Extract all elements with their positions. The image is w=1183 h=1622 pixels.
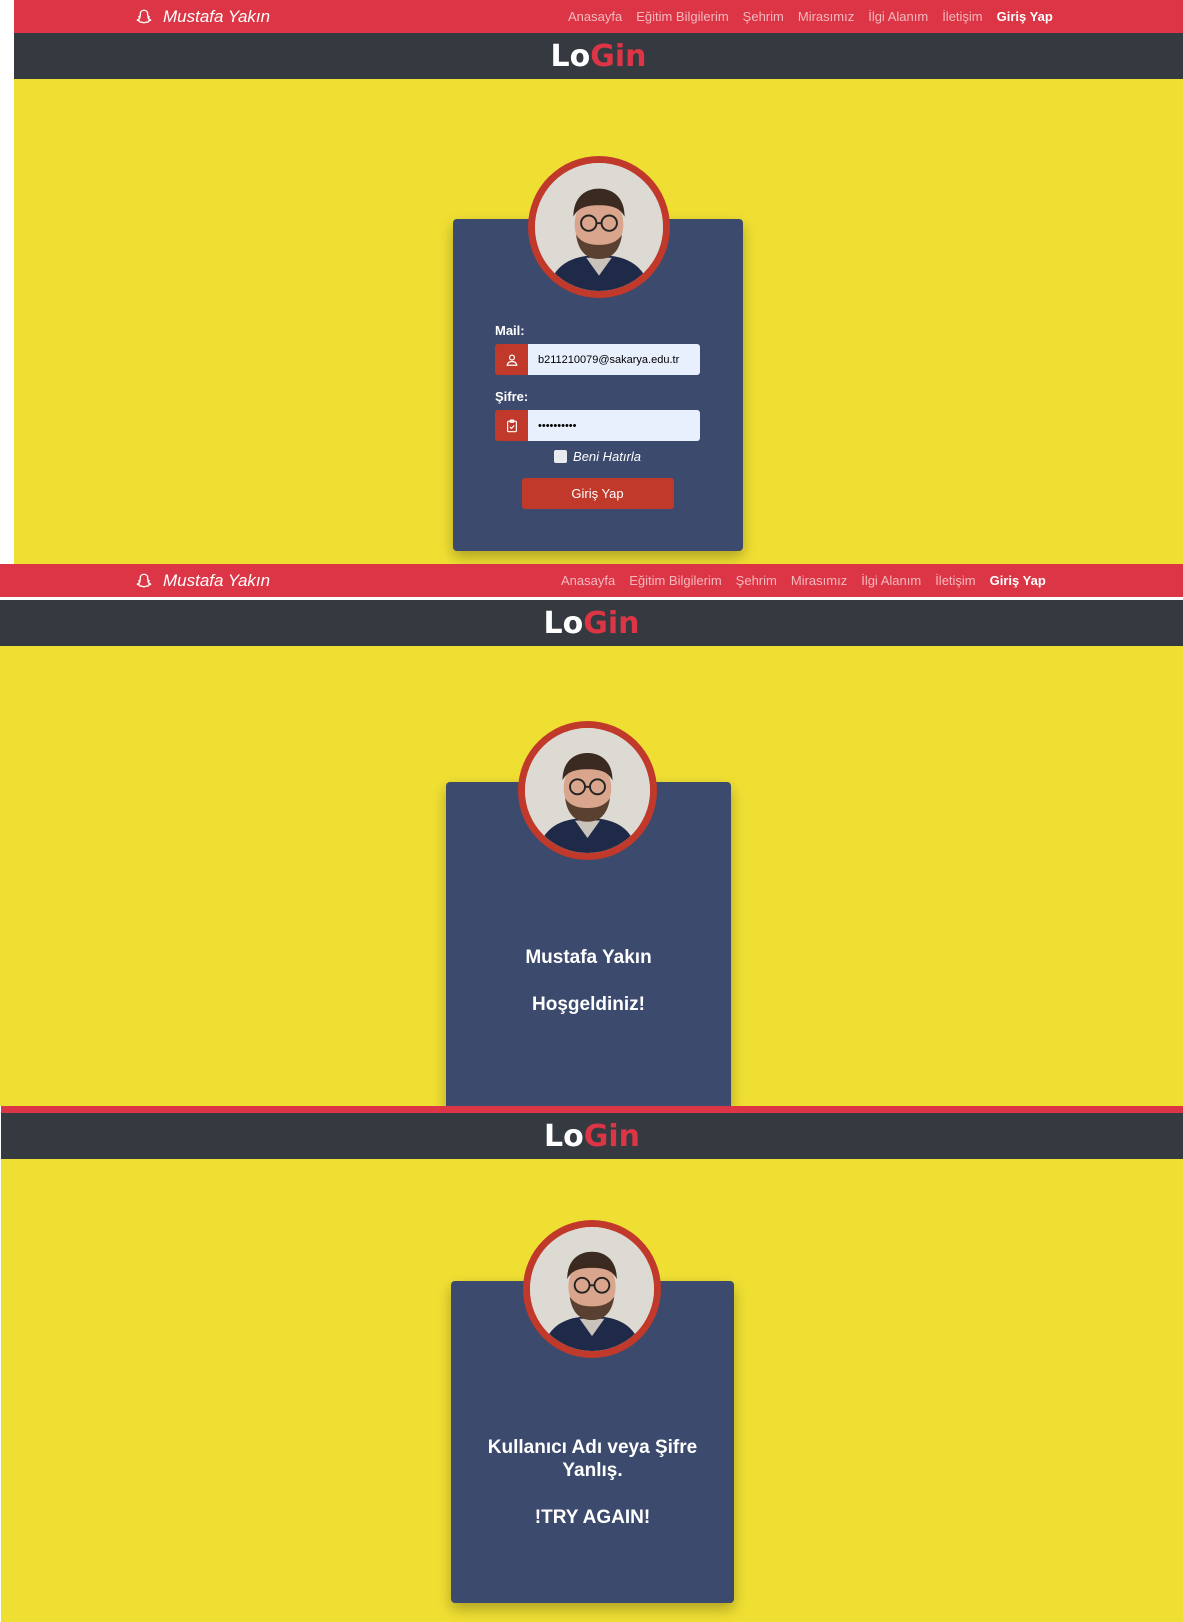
title-part-lo: Lo <box>543 605 584 641</box>
login-form: Mail: Şifre: Beni Hatırla Giriş Yap <box>495 323 700 509</box>
nav-link-iletisim[interactable]: İletişim <box>935 573 975 588</box>
navbar-strip <box>1 1106 1183 1113</box>
brand-name: Mustafa Yakın <box>163 570 271 590</box>
nav-link-ilgi-alanim[interactable]: İlgi Alanım <box>861 573 921 588</box>
navbar: Mustafa Yakın Anasayfa Eğitim Bilgilerim… <box>14 0 1183 33</box>
remember-me: Beni Hatırla <box>495 449 700 464</box>
nav-links: Anasayfa Eğitim Bilgilerim Şehrim Mirası… <box>568 9 1053 24</box>
success-panel: Mustafa Yakın Anasayfa Eğitim Bilgilerim… <box>0 564 1183 1106</box>
navbar: Mustafa Yakın Anasayfa Eğitim Bilgilerim… <box>0 564 1183 597</box>
user-name: Mustafa Yakın <box>525 947 652 968</box>
profile-photo <box>530 1227 654 1351</box>
snapchat-ghost-icon <box>135 572 153 590</box>
snapchat-ghost-icon <box>135 8 153 26</box>
title-part-gin: Gin <box>590 38 647 74</box>
brand-name: Mustafa Yakın <box>163 6 271 26</box>
mail-input[interactable] <box>528 344 700 375</box>
password-input-group <box>495 410 700 441</box>
page-title: Lo Gin <box>1 1113 1183 1159</box>
nav-link-giris-yap[interactable]: Giriş Yap <box>997 9 1053 24</box>
error-message: Kullanıcı Adı veya Şifre Yanlış. !TRY AG… <box>473 1436 712 1553</box>
avatar <box>523 1220 661 1358</box>
avatar <box>528 156 670 298</box>
title-part-lo: Lo <box>550 38 591 74</box>
login-panel: Mustafa Yakın Anasayfa Eğitim Bilgilerim… <box>14 0 1183 564</box>
remember-checkbox[interactable] <box>554 450 568 463</box>
navbar-brand[interactable]: Mustafa Yakın <box>135 571 270 591</box>
nav-link-egitim[interactable]: Eğitim Bilgilerim <box>636 9 728 24</box>
nav-link-giris-yap[interactable]: Giriş Yap <box>990 573 1046 588</box>
error-panel: Lo Gin Kullanıcı Adı veya Şifre Yanlış. !… <box>1 1106 1183 1622</box>
nav-link-mirasimiz[interactable]: Mirasımız <box>791 573 847 588</box>
nav-link-iletisim[interactable]: İletişim <box>942 9 982 24</box>
nav-link-mirasimiz[interactable]: Mirasımız <box>798 9 854 24</box>
navbar-brand[interactable]: Mustafa Yakın <box>135 7 270 27</box>
mail-label: Mail: <box>495 323 525 338</box>
retry-text: !TRY AGAIN! <box>534 1507 651 1528</box>
profile-photo <box>525 728 650 853</box>
title-part-lo: Lo <box>544 1118 584 1154</box>
welcome-text: Hoşgeldiniz! <box>532 994 645 1015</box>
title-part-gin: Gin <box>583 1118 640 1154</box>
password-input[interactable] <box>528 410 700 441</box>
nav-link-anasayfa[interactable]: Anasayfa <box>561 573 615 588</box>
remember-label: Beni Hatırla <box>573 449 641 464</box>
title-part-gin: Gin <box>583 605 640 641</box>
error-text: Kullanıcı Adı veya Şifre Yanlış. <box>487 1437 698 1481</box>
success-message: Mustafa Yakın Hoşgeldiniz! <box>446 946 731 1040</box>
nav-link-ilgi-alanim[interactable]: İlgi Alanım <box>868 9 928 24</box>
nav-link-egitim[interactable]: Eğitim Bilgilerim <box>629 573 721 588</box>
nav-link-sehrim[interactable]: Şehrim <box>743 9 784 24</box>
password-label: Şifre: <box>495 389 529 404</box>
login-button[interactable]: Giriş Yap <box>521 478 674 509</box>
page-title: Lo Gin <box>0 600 1183 646</box>
page-title: Lo Gin <box>14 33 1183 79</box>
nav-link-anasayfa[interactable]: Anasayfa <box>568 9 622 24</box>
avatar <box>518 721 657 860</box>
user-icon <box>495 344 528 375</box>
nav-links: Anasayfa Eğitim Bilgilerim Şehrim Mirası… <box>561 573 1046 588</box>
mail-input-group <box>495 344 700 375</box>
clipboard-check-icon <box>495 410 528 441</box>
profile-photo <box>535 163 663 291</box>
nav-link-sehrim[interactable]: Şehrim <box>736 573 777 588</box>
